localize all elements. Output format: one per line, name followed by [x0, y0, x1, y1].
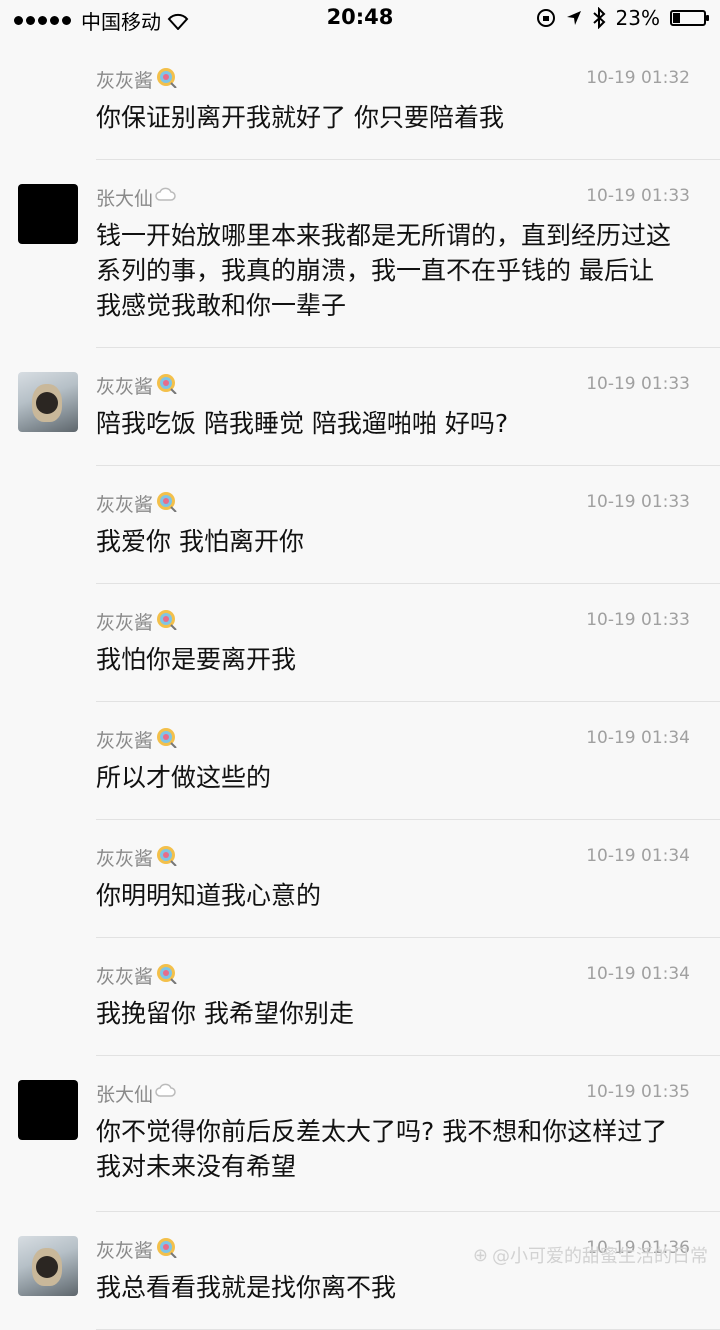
message-time: 10-19 01:34: [586, 964, 690, 984]
message-time: 10-19 01:33: [586, 610, 690, 630]
cloud-icon: [155, 185, 177, 210]
message-time: 10-19 01:33: [586, 492, 690, 512]
avatar[interactable]: [18, 1080, 78, 1140]
message-item[interactable]: 灰灰酱 10-19 01:32 你保证别离开我就好了 你只要陪着我: [0, 42, 720, 160]
message-text: 你保证别离开我就好了 你只要陪着我: [96, 103, 504, 132]
sender-name: 灰灰酱: [96, 1236, 177, 1263]
lollipop-icon: [155, 1236, 177, 1263]
sender-name: 灰灰酱: [96, 608, 177, 635]
sender-name-text: 灰灰酱: [96, 1240, 154, 1262]
message-item[interactable]: 灰灰酱 10-19 01:33 我怕你是要离开我: [0, 584, 720, 702]
rotation-lock-icon: [536, 9, 555, 27]
watermark-text: @小可爱的甜蜜生活的日常: [492, 1246, 708, 1267]
message-time: 10-19 01:32: [586, 68, 690, 88]
message-time: 10-19 01:33: [586, 186, 690, 206]
message-item[interactable]: 灰灰酱 10-19 01:33 陪我吃饭 陪我睡觉 陪我遛啪啪 好吗?: [0, 348, 720, 466]
avatar[interactable]: [18, 372, 78, 432]
sender-name: 灰灰酱: [96, 726, 177, 753]
message-time: 10-19 01:35: [586, 1082, 690, 1102]
message-text: 我总看看我就是找你离不我: [96, 1273, 397, 1302]
bluetooth-icon: [592, 7, 605, 29]
message-text: 钱一开始放哪里本来我都是无所谓的，直到经历过这系列的事，我真的崩溃，我一直不在乎…: [96, 221, 672, 320]
message-item[interactable]: 灰灰酱 10-19 01:33 我爱你 我怕离开你: [0, 466, 720, 584]
avatar[interactable]: [18, 1236, 78, 1296]
message-item[interactable]: 张大仙 10-19 01:33 钱一开始放哪里本来我都是无所谓的，直到经历过这系列的…: [0, 160, 720, 348]
sender-name-text: 灰灰酱: [96, 612, 154, 634]
message-text: 所以才做这些的: [96, 763, 272, 792]
battery-level: [673, 13, 680, 23]
message-time: 10-19 01:34: [586, 728, 690, 748]
message-time: 10-19 01:34: [586, 846, 690, 866]
weibo-icon: ⊕: [472, 1244, 488, 1266]
sender-name: 灰灰酱: [96, 372, 177, 399]
sender-name: 灰灰酱: [96, 962, 177, 989]
message-item[interactable]: 灰灰酱 10-19 01:36 我总看看我就是找你离不我: [0, 1212, 720, 1330]
message-text: 你不觉得你前后反差太大了吗? 我不想和你这样过了 我对未来没有希望: [96, 1117, 668, 1181]
status-bar: 中国移动 20:48 23%: [0, 0, 720, 38]
sender-name: 灰灰酱: [96, 844, 177, 871]
cloud-icon: [155, 1081, 177, 1106]
sender-name: 张大仙: [96, 1080, 177, 1107]
lollipop-icon: [155, 490, 177, 517]
message-time: 10-19 01:33: [586, 374, 690, 394]
message-item[interactable]: 灰灰酱 10-19 01:34 我挽留你 我希望你别走: [0, 938, 720, 1056]
sender-name-text: 灰灰酱: [96, 376, 154, 398]
message-item[interactable]: 张大仙 10-19 01:35 你不觉得你前后反差太大了吗? 我不想和你这样过了 我…: [0, 1056, 720, 1212]
lollipop-icon: [155, 844, 177, 871]
lollipop-icon: [155, 962, 177, 989]
battery-percent: 23%: [615, 6, 660, 30]
lollipop-icon: [155, 726, 177, 753]
message-item[interactable]: 灰灰酱 10-19 01:34 你明明知道我心意的: [0, 820, 720, 938]
sender-name-text: 灰灰酱: [96, 494, 154, 516]
sender-name-text: 张大仙: [96, 188, 154, 210]
watermark: ⊕ @小可爱的甜蜜生活的日常: [473, 1242, 708, 1268]
sender-name: 张大仙: [96, 184, 177, 211]
location-icon: [566, 11, 581, 25]
sender-name-text: 张大仙: [96, 1084, 154, 1106]
sender-name-text: 灰灰酱: [96, 848, 154, 870]
message-text: 陪我吃饭 陪我睡觉 陪我遛啪啪 好吗?: [96, 409, 509, 438]
status-right: 23%: [536, 6, 709, 30]
lollipop-icon: [155, 372, 177, 399]
message-text: 你明明知道我心意的: [96, 881, 322, 910]
message-item[interactable]: 灰灰酱 10-19 01:34 所以才做这些的: [0, 702, 720, 820]
sender-name: 灰灰酱: [96, 66, 177, 93]
sender-name-text: 灰灰酱: [96, 966, 154, 988]
message-text: 我怕你是要离开我: [96, 645, 297, 674]
sender-name-text: 灰灰酱: [96, 70, 154, 92]
battery-icon: [670, 10, 709, 26]
sender-name-text: 灰灰酱: [96, 730, 154, 752]
lollipop-icon: [155, 66, 177, 93]
message-text: 我爱你 我怕离开你: [96, 527, 304, 556]
avatar[interactable]: [18, 184, 78, 244]
message-text: 我挽留你 我希望你别走: [96, 999, 354, 1028]
lollipop-icon: [155, 608, 177, 635]
sender-name: 灰灰酱: [96, 490, 177, 517]
